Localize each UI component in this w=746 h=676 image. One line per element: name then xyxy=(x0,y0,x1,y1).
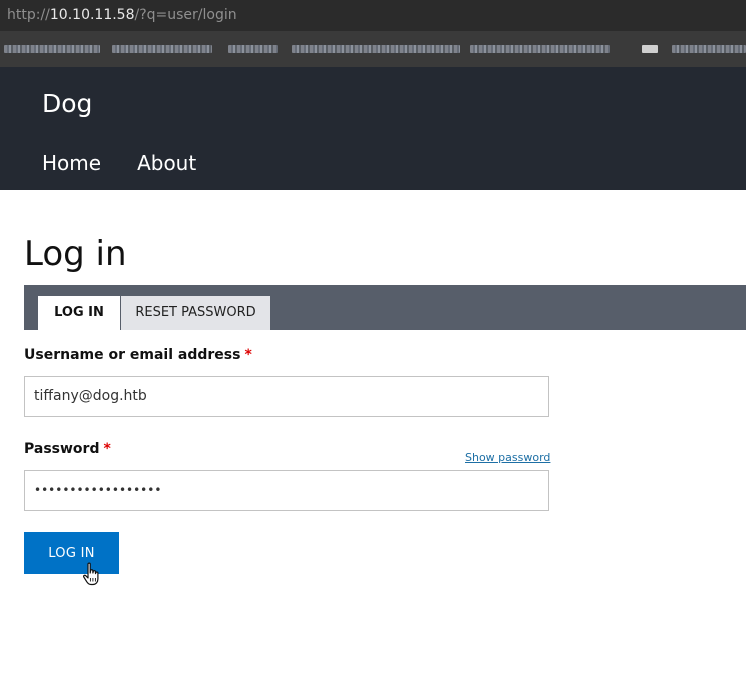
main-nav: Home About xyxy=(42,151,196,175)
nav-link-about[interactable]: About xyxy=(137,151,196,175)
site-name[interactable]: Dog xyxy=(42,89,92,118)
address-bar[interactable]: http://10.10.11.58/?q=user/login xyxy=(0,0,746,31)
username-label-text: Username or email address xyxy=(24,347,241,363)
tab-log-in[interactable]: LOG IN xyxy=(38,296,120,330)
username-input[interactable]: tiffany@dog.htb xyxy=(24,376,549,417)
hand-pointer-icon xyxy=(83,562,99,586)
required-mark: * xyxy=(103,441,111,457)
required-mark: * xyxy=(244,347,252,363)
bookmarks-bar xyxy=(0,31,746,67)
username-label: Username or email address * xyxy=(24,347,252,363)
password-masked-value: •••••••••••••••••• xyxy=(34,483,162,497)
username-value: tiffany@dog.htb xyxy=(34,388,147,404)
password-label-text: Password xyxy=(24,441,100,457)
site-header: Dog Home About xyxy=(0,67,746,190)
password-input[interactable]: •••••••••••••••••• xyxy=(24,470,549,511)
show-password-link[interactable]: Show password xyxy=(465,451,550,464)
nav-link-home[interactable]: Home xyxy=(42,151,101,175)
url-path: /?q=user/login xyxy=(134,7,237,23)
tabs-bar: LOG IN RESET PASSWORD xyxy=(24,285,746,330)
page-title: Log in xyxy=(24,234,127,274)
url-host: 10.10.11.58 xyxy=(49,7,135,23)
log-in-button[interactable]: LOG IN xyxy=(24,532,119,574)
password-label: Password * xyxy=(24,441,111,457)
url-scheme: http:// xyxy=(7,7,50,23)
tab-reset-password[interactable]: RESET PASSWORD xyxy=(121,296,270,330)
